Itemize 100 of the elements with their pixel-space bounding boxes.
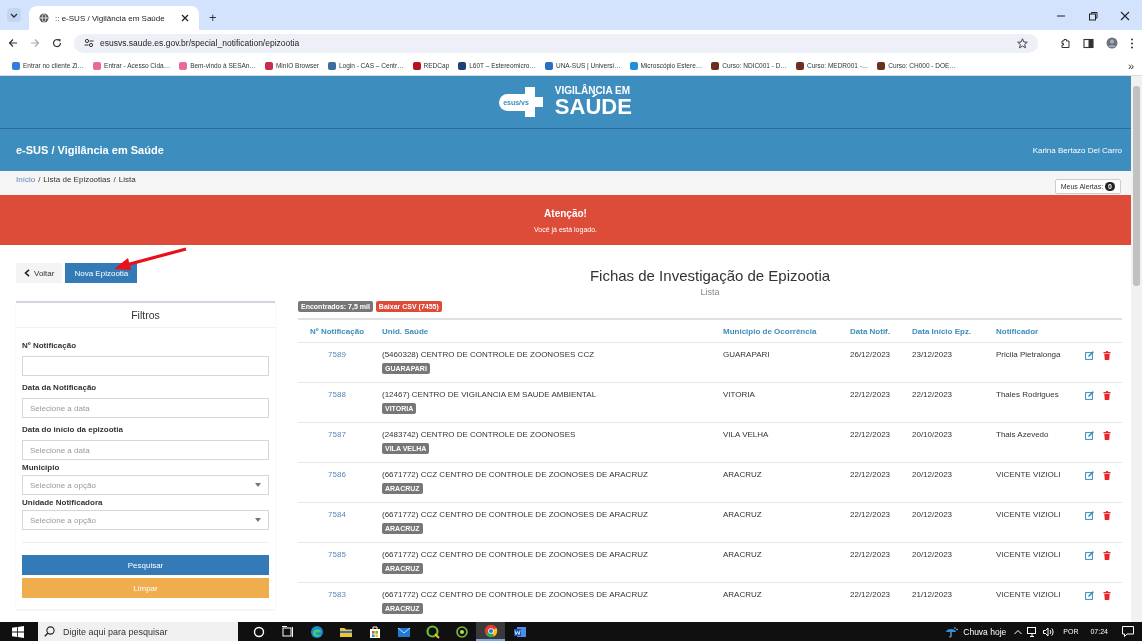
page-title: Fichas de Investigação de Epizootia <box>588 267 832 284</box>
record-link[interactable]: 7586 <box>298 463 376 502</box>
trash-icon[interactable] <box>1103 391 1111 400</box>
scrollbar[interactable] <box>1131 76 1142 622</box>
table-cell-text: 23/12/2023 <box>912 349 954 361</box>
table-cell-text: 22/12/2023 <box>850 469 892 481</box>
notification-icon[interactable] <box>1122 626 1134 637</box>
chrome-icon <box>483 623 498 638</box>
table-cell-text: ARACRUZ <box>723 509 763 521</box>
edit-icon[interactable] <box>1085 471 1094 480</box>
record-link[interactable]: 7587 <box>298 423 376 462</box>
new-tab-button[interactable]: + <box>209 10 217 25</box>
breadcrumb-separator: / <box>38 175 41 184</box>
table-cell-text: VICENTE VIZIOLI <box>996 469 1062 481</box>
trash-icon[interactable] <box>1103 431 1111 440</box>
table-cell-text: 21/12/2023 <box>912 589 954 601</box>
restore-icon[interactable] <box>1088 11 1098 21</box>
more-bookmarks-button[interactable]: » <box>1127 59 1134 72</box>
edit-icon[interactable] <box>1085 511 1094 520</box>
rain-cloud-icon[interactable] <box>944 625 959 638</box>
table-cell-text: Thais Azevedo <box>996 429 1050 441</box>
reload-icon[interactable] <box>52 38 62 48</box>
table-cell-text: 20/12/2023 <box>912 509 954 521</box>
table-cell: (6671772) CCZ CENTRO DE CONTROLE DE ZOONOSES DE ARACRUZ <box>382 550 648 559</box>
date-field[interactable]: Selecione a data <box>22 440 269 460</box>
table-cell: (6671772) CCZ CENTRO DE CONTROLE DE ZOONOSES DE ARACRUZ <box>382 470 648 479</box>
profile-avatar-icon[interactable] <box>1106 37 1118 49</box>
menu-icon[interactable] <box>1130 37 1134 49</box>
site-info-icon <box>84 38 94 48</box>
close-icon[interactable] <box>181 14 189 22</box>
edge-browser-icon <box>309 624 324 639</box>
breadcrumb-link[interactable]: Início <box>16 175 36 184</box>
trash-icon[interactable] <box>1103 551 1111 560</box>
record-link[interactable]: 7584 <box>298 503 376 542</box>
table-cell-text: 20/12/2023 <box>912 469 954 481</box>
weather-label[interactable]: Chuva hoje <box>963 626 1007 637</box>
app-title[interactable]: e-SUS / Vigilância em Saúde <box>16 144 164 156</box>
edit-icon[interactable] <box>1085 591 1094 600</box>
column-header[interactable]: Municipio de Ocorrência <box>723 326 850 336</box>
trash-icon[interactable] <box>1103 471 1111 480</box>
input-field[interactable] <box>22 356 269 376</box>
field-label: Data da Notificação <box>22 383 98 392</box>
taskbar-search-field[interactable]: Digite aqui para pesquisar <box>38 622 238 641</box>
user-name[interactable]: Karina Bertazo Del Carro <box>1032 145 1122 155</box>
search-button[interactable]: Pesquisar <box>22 555 269 575</box>
panel-title: Filtros <box>16 303 275 328</box>
star-icon[interactable] <box>1017 37 1028 49</box>
ring-app-icon <box>454 624 469 639</box>
column-header[interactable]: Unid. Saúde <box>376 326 723 336</box>
record-link[interactable]: 7589 <box>298 343 376 382</box>
task-view-icon <box>280 624 295 639</box>
record-link[interactable]: 7588 <box>298 383 376 422</box>
column-header[interactable]: Notificador <box>996 326 1085 336</box>
table-cell-text: VILA VELHA <box>723 429 770 441</box>
tab-title: :: e-SUS / Vigilância em Saúde <box>55 13 166 23</box>
breadcrumb-separator: / <box>113 175 116 184</box>
dropdown-icon[interactable] <box>7 8 21 22</box>
table-cell-text: GUARAPARI <box>723 349 771 361</box>
table-cell-text: Pricila Pietralonga <box>996 349 1062 361</box>
new-button[interactable]: Nova Epizootia <box>65 263 138 283</box>
table-cell-text: ARACRUZ <box>723 469 763 481</box>
edit-icon[interactable] <box>1085 551 1094 560</box>
table-cell-text: 22/12/2023 <box>850 509 892 521</box>
table-cell-text: 22/12/2023 <box>850 389 892 401</box>
back-button[interactable]: Voltar <box>16 263 63 283</box>
trash-icon[interactable] <box>1103 511 1111 520</box>
column-header[interactable]: Data Notif. <box>850 326 912 336</box>
extensions-icon[interactable] <box>1060 37 1071 49</box>
edit-icon[interactable] <box>1085 351 1094 360</box>
browser-tab[interactable]: :: e-SUS / Vigilância em Saúde <box>29 6 199 30</box>
side-panel-icon[interactable] <box>1083 37 1094 49</box>
scrollbar-thumb[interactable] <box>1133 86 1140 286</box>
edit-icon[interactable] <box>1085 431 1094 440</box>
close-icon[interactable] <box>1120 11 1130 21</box>
table-cell-text: 22/12/2023 <box>850 589 892 601</box>
address-bar[interactable]: esusvs.saude.es.gov.br/special_notification/epizootia <box>74 33 1038 53</box>
table-cell: (5460328) CENTRO DE CONTROLE DE ZOONOSES CCZ <box>382 350 595 359</box>
volume-icon[interactable] <box>1043 626 1055 637</box>
chevron-up-icon[interactable] <box>1014 628 1023 635</box>
table-cell-text: ARACRUZ <box>723 589 763 601</box>
table-cell-text: 22/12/2023 <box>912 389 954 401</box>
network-icon[interactable] <box>1027 626 1039 637</box>
edit-icon[interactable] <box>1085 391 1094 400</box>
table-cell-text: ARACRUZ <box>723 549 763 561</box>
qgis-icon <box>425 624 440 639</box>
field-label: Unidade Notificadora <box>22 498 104 507</box>
column-header[interactable]: Nº Notificação <box>298 326 376 336</box>
date-field[interactable]: Selecione a data <box>22 398 269 418</box>
table-cell: (2483742) CENTRO DE CONTROLE DE ZOONOSES <box>382 430 576 439</box>
record-link[interactable]: 7585 <box>298 543 376 582</box>
taskbar-app-button[interactable] <box>476 622 505 641</box>
windows-start-icon[interactable] <box>12 625 24 638</box>
back-icon[interactable] <box>8 38 18 48</box>
chevron-icon <box>24 269 30 277</box>
trash-icon[interactable] <box>1103 351 1111 360</box>
field-label: Nº Notificação <box>22 341 78 350</box>
table-cell: (12467) CENTRO DE VIGILANCIA EM SAUDE AMBIENTAL <box>382 390 597 399</box>
column-header[interactable]: Data Início Epz. <box>912 326 996 336</box>
record-link[interactable]: 7583 <box>298 583 376 622</box>
trash-icon[interactable] <box>1103 591 1111 600</box>
